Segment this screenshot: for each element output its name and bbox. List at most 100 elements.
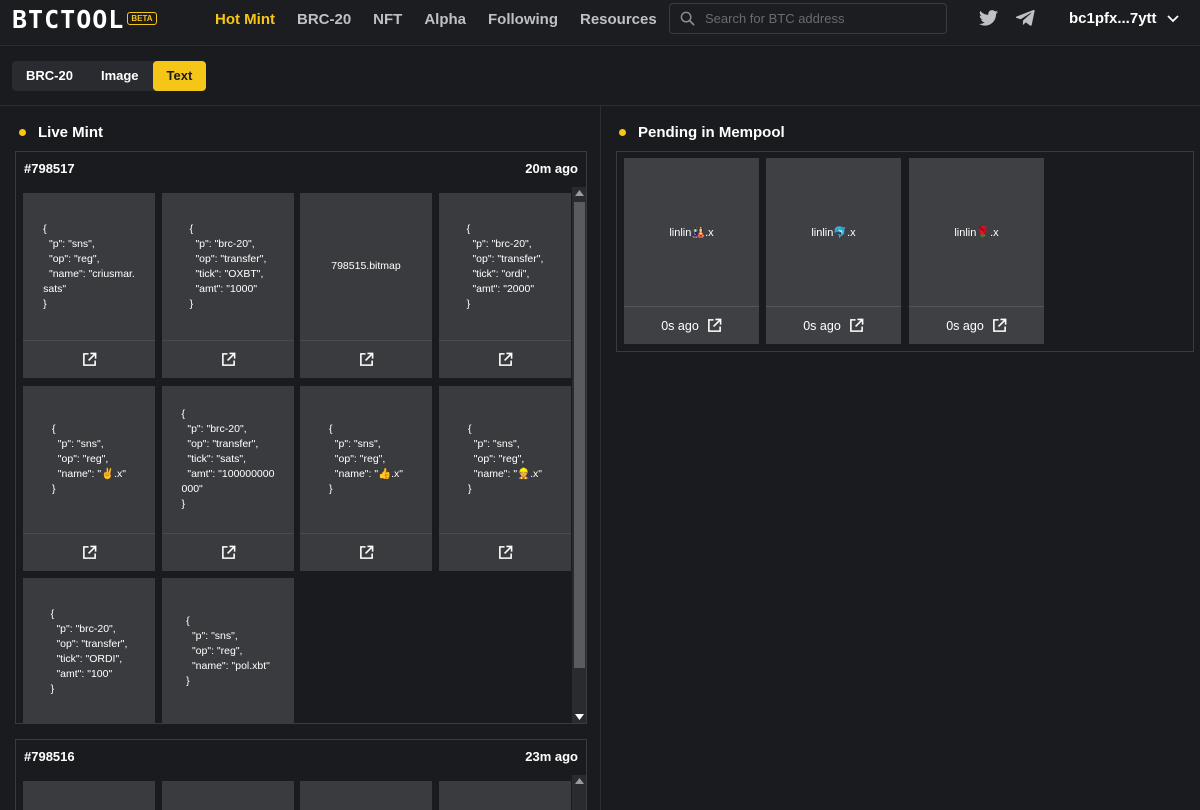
- live-mint-title: Live Mint: [19, 124, 103, 141]
- inscription-content: { "p": "sns", "op": "reg", "name": "pol.…: [162, 578, 294, 723]
- search-input[interactable]: [705, 11, 925, 26]
- wallet-address-dropdown[interactable]: bc1pfx...7ytt: [1069, 10, 1179, 27]
- inscription-text: { "p": "sns", "op": "reg", "name": "pol.…: [186, 615, 270, 687]
- block-header: #798516 23m ago: [24, 749, 578, 764]
- inscription-card[interactable]: { "p": "sns", "op": "reg", "name": "👍.x"…: [300, 386, 432, 571]
- external-link-icon[interactable]: [221, 545, 236, 560]
- tab-text[interactable]: Text: [152, 61, 207, 91]
- inscription-card[interactable]: [162, 781, 294, 810]
- inscription-card[interactable]: { "p": "brc-20", "op": "transfer", "tick…: [162, 386, 294, 571]
- block-header: #798517 20m ago: [24, 161, 578, 176]
- external-link-icon[interactable]: [849, 318, 864, 333]
- search-box: [669, 3, 947, 34]
- wallet-address: bc1pfx...7ytt: [1069, 10, 1157, 27]
- block-panel: #798517 20m ago { "p": "sns", "op": "reg…: [15, 151, 587, 724]
- inscription-content: { "p": "sns", "op": "reg", "name": "✌️.x…: [23, 386, 155, 533]
- scroll-up-icon[interactable]: [575, 190, 584, 196]
- inscription-card[interactable]: [23, 781, 155, 810]
- external-link-icon[interactable]: [82, 545, 97, 560]
- inscription-text: { "p": "sns", "op": "reg", "name": "criu…: [43, 222, 135, 310]
- open-inscription-button[interactable]: [439, 533, 571, 571]
- inscription-content: { "p": "sns", "op": "reg", "name": "👍.x"…: [300, 386, 432, 533]
- nav-alpha[interactable]: Alpha: [424, 11, 466, 28]
- inscription-card[interactable]: { "p": "sns", "op": "reg", "name": "👷.x"…: [439, 386, 571, 571]
- inscription-content: 798515.bitmap: [300, 193, 432, 340]
- tab-brc20[interactable]: BRC-20: [12, 61, 87, 91]
- external-link-icon[interactable]: [707, 318, 722, 333]
- inscription-text: { "p": "brc-20", "op": "transfer", "tick…: [50, 607, 128, 695]
- inscription-card[interactable]: { "p": "sns", "op": "reg", "name": "pol.…: [162, 578, 294, 723]
- inscription-card[interactable]: [439, 781, 571, 810]
- nav-brc20[interactable]: BRC-20: [297, 11, 351, 28]
- inscription-text: { "p": "brc-20", "op": "transfer", "tick…: [466, 222, 544, 310]
- mempool-title: Pending in Mempool: [619, 124, 785, 141]
- inscription-content: { "p": "sns", "op": "reg", "name": "👷.x"…: [439, 386, 571, 533]
- scroll-up-icon[interactable]: [575, 778, 584, 784]
- external-link-icon[interactable]: [359, 352, 374, 367]
- block-number[interactable]: #798516: [24, 749, 75, 764]
- live-mint-label: Live Mint: [38, 124, 104, 141]
- mempool-card-footer[interactable]: 0s ago: [624, 306, 759, 344]
- external-link-icon[interactable]: [221, 352, 236, 367]
- open-inscription-button[interactable]: [162, 533, 294, 571]
- external-link-icon[interactable]: [82, 352, 97, 367]
- mempool-card-footer[interactable]: 0s ago: [909, 306, 1044, 344]
- inscription-content: { "p": "brc-20", "op": "transfer", "tick…: [162, 193, 294, 340]
- logo-text: BTCTOOL: [12, 5, 125, 34]
- inscription-text: { "p": "sns", "op": "reg", "name": "👍.x"…: [328, 423, 404, 495]
- search-icon: [680, 11, 695, 26]
- block-time: 23m ago: [525, 749, 578, 764]
- nav-hot-mint[interactable]: Hot Mint: [215, 11, 275, 28]
- nav-resources[interactable]: Resources: [580, 11, 657, 28]
- logo[interactable]: BTCTOOL BETA: [12, 5, 157, 34]
- open-inscription-button[interactable]: [23, 340, 155, 378]
- inscription-card[interactable]: { "p": "brc-20", "op": "transfer", "tick…: [439, 193, 571, 378]
- mempool-card-name: linlin🌹.x: [954, 227, 999, 239]
- external-link-icon[interactable]: [359, 545, 374, 560]
- open-inscription-button[interactable]: [162, 340, 294, 378]
- mempool-card-time: 0s ago: [946, 318, 984, 333]
- mempool-card[interactable]: linlin🎎.x 0s ago: [624, 158, 759, 344]
- inscription-card[interactable]: { "p": "sns", "op": "reg", "name": "criu…: [23, 193, 155, 378]
- beta-badge: BETA: [127, 11, 157, 25]
- scrollbar[interactable]: [572, 775, 586, 810]
- twitter-icon[interactable]: [979, 10, 998, 26]
- scrollbar[interactable]: [572, 187, 586, 723]
- external-link-icon[interactable]: [498, 545, 513, 560]
- inscription-card[interactable]: [300, 781, 432, 810]
- scroll-thumb[interactable]: [574, 202, 585, 668]
- chevron-down-icon: [1166, 14, 1179, 22]
- mempool-card-footer[interactable]: 0s ago: [766, 306, 901, 344]
- block-number[interactable]: #798517: [24, 161, 75, 176]
- inscription-text: { "p": "brc-20", "op": "transfer", "tick…: [181, 408, 275, 510]
- telegram-icon[interactable]: [1016, 10, 1035, 26]
- open-inscription-button[interactable]: [23, 533, 155, 571]
- external-link-icon[interactable]: [992, 318, 1007, 333]
- inscription-text: { "p": "brc-20", "op": "transfer", "tick…: [189, 222, 267, 310]
- inscription-content: { "p": "brc-20", "op": "transfer", "tick…: [439, 193, 571, 340]
- mempool-card-name: linlin🐬.x: [811, 227, 856, 239]
- mempool-card[interactable]: linlin🌹.x 0s ago: [909, 158, 1044, 344]
- inscription-card[interactable]: 798515.bitmap: [300, 193, 432, 378]
- inscription-card[interactable]: { "p": "sns", "op": "reg", "name": "✌️.x…: [23, 386, 155, 571]
- content-type-tabs: BRC-20 Image Text: [12, 61, 207, 91]
- mempool-card[interactable]: linlin🐬.x 0s ago: [766, 158, 901, 344]
- external-link-icon[interactable]: [498, 352, 513, 367]
- open-inscription-button[interactable]: [300, 533, 432, 571]
- nav-nft[interactable]: NFT: [373, 11, 402, 28]
- top-header: BTCTOOL BETA Hot Mint BRC-20 NFT Alpha F…: [0, 0, 1200, 46]
- open-inscription-button[interactable]: [439, 340, 571, 378]
- tab-image[interactable]: Image: [87, 61, 153, 91]
- inscription-content: { "p": "brc-20", "op": "transfer", "tick…: [23, 578, 155, 723]
- block-time: 20m ago: [525, 161, 578, 176]
- inscription-text: { "p": "sns", "op": "reg", "name": "👷.x"…: [467, 423, 543, 495]
- inscription-card[interactable]: { "p": "brc-20", "op": "transfer", "tick…: [162, 193, 294, 378]
- inscription-text: 798515.bitmap: [331, 260, 401, 272]
- open-inscription-button[interactable]: [300, 340, 432, 378]
- scroll-down-icon[interactable]: [575, 714, 584, 720]
- inscription-card[interactable]: { "p": "brc-20", "op": "transfer", "tick…: [23, 578, 155, 723]
- main-nav: Hot Mint BRC-20 NFT Alpha Following Reso…: [215, 0, 679, 38]
- nav-following[interactable]: Following: [488, 11, 558, 28]
- column-divider: [600, 106, 601, 810]
- mempool-label: Pending in Mempool: [638, 124, 785, 141]
